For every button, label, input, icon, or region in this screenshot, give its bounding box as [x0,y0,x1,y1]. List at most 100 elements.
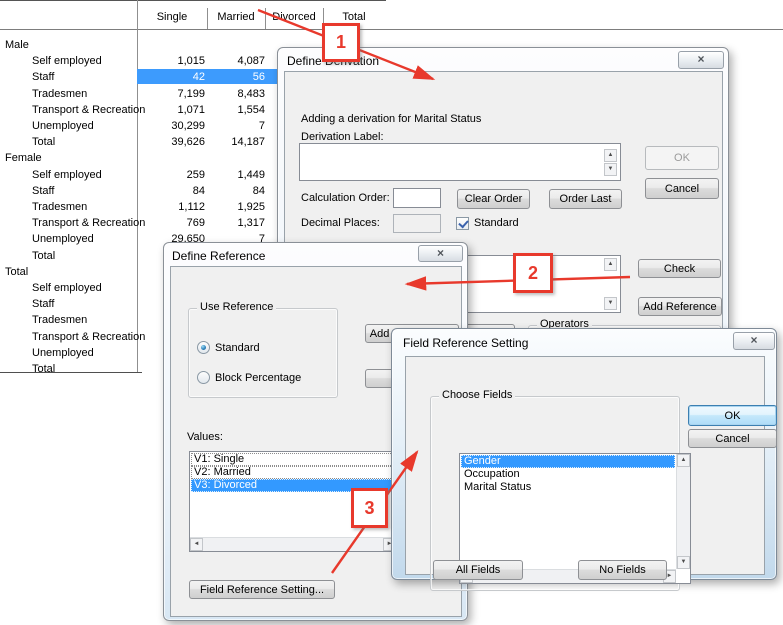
values-list-item[interactable]: V1: Single [191,453,395,466]
table-header-border [0,29,783,30]
dialog-title: Field Reference Setting [403,336,528,350]
all-fields-button[interactable]: All Fields [433,560,523,580]
callout-badge-1: 1 [322,23,360,62]
derivation-label-textarea[interactable]: ▲ ▼ [299,143,621,181]
cell-value: 1,112 [140,201,205,213]
cell-value: 8,483 [210,88,265,100]
row-label: Self employed [32,282,102,294]
row-group-label: Total [5,266,28,278]
scroll-up-icon[interactable]: ▲ [604,149,617,162]
calculation-order-input[interactable] [393,188,441,208]
values-list-item[interactable]: V2: Married [191,466,395,479]
dialog-title: Define Reference [172,249,265,263]
row-label: Tradesmen [32,201,87,213]
cell-value: 1,317 [210,217,265,229]
ok-button[interactable]: OK [688,405,777,426]
derivation-label-caption: Derivation Label: [301,131,384,143]
row-label: Tradesmen [32,314,87,326]
cell-value: 42 [140,71,205,83]
cell-value: 56 [210,71,265,83]
cell-value: 14,187 [210,136,265,148]
row-group-label: Male [5,39,29,51]
cell-value: 1,015 [140,55,205,67]
row-label: Transport & Recreation [32,217,145,229]
dialog-intro-text: Adding a derivation for Marital Status [301,113,481,125]
check-button[interactable]: Check [638,259,721,278]
column-header-total[interactable]: Total [323,11,385,23]
cancel-button[interactable]: Cancel [688,429,777,448]
column-header-divorced[interactable]: Divorced [265,11,323,23]
choose-fields-caption: Choose Fields [439,389,515,401]
block-percentage-radio[interactable] [197,371,210,384]
clear-order-button[interactable]: Clear Order [457,189,530,209]
callout-badge-3: 3 [351,488,388,528]
no-fields-button[interactable]: No Fields [578,560,667,580]
row-label: Self employed [32,55,102,67]
radio-label: Standard [215,342,260,354]
standard-radio[interactable] [197,341,210,354]
application-canvas: SingleMarriedDivorcedTotal MaleSelf empl… [0,0,783,625]
scroll-up-icon[interactable]: ▲ [677,454,690,467]
cell-value: 1,449 [210,169,265,181]
cell-value: 7,199 [140,88,205,100]
cell-value: 39,626 [140,136,205,148]
add-reference-button[interactable]: Add Reference [638,297,722,316]
row-label: Unemployed [32,120,94,132]
use-reference-groupbox: Use Reference StandardBlock Percentage [188,308,338,398]
calculation-order-caption: Calculation Order: [301,192,390,204]
row-label: Total [32,136,55,148]
fields-list-items: GenderOccupationMarital Status [461,455,675,568]
scroll-down-icon[interactable]: ▼ [677,556,690,569]
cell-value: 259 [140,169,205,181]
cell-value: 30,299 [140,120,205,132]
dialog-body: Choose Fields GenderOccupationMarital St… [405,356,765,575]
cell-value: 1,925 [210,201,265,213]
field-reference-setting-button[interactable]: Field Reference Setting... [189,580,335,599]
scroll-left-icon[interactable]: ◄ [190,538,203,551]
ok-button[interactable]: OK [645,146,719,170]
row-label: Total [32,363,55,375]
row-label: Self employed [32,169,102,181]
scroll-down-icon[interactable]: ▼ [604,163,617,176]
cell-value: 4,087 [210,55,265,67]
row-group-label: Female [5,152,42,164]
scroll-down-icon[interactable]: ▼ [604,297,617,310]
close-icon[interactable]: × [733,332,775,350]
standard-checkbox-label: Standard [474,217,519,229]
row-label: Unemployed [32,347,94,359]
use-reference-caption: Use Reference [197,301,276,313]
row-label: Staff [32,185,54,197]
fields-list-item[interactable]: Occupation [461,468,675,481]
decimal-places-input[interactable] [393,214,441,233]
horizontal-scrollbar[interactable]: ◄ ► [190,537,396,551]
row-label: Tradesmen [32,88,87,100]
column-header-single[interactable]: Single [137,11,207,23]
cell-value: 84 [140,185,205,197]
cell-value: 1,071 [140,104,205,116]
row-label: Total [32,250,55,262]
row-label: Transport & Recreation [32,104,145,116]
row-label: Staff [32,298,54,310]
vertical-scrollbar[interactable]: ▲ ▼ [676,454,690,569]
column-header-married[interactable]: Married [207,11,265,23]
cell-value: 7 [210,120,265,132]
decimal-places-caption: Decimal Places: [301,217,380,229]
field-reference-setting-dialog: Field Reference Setting × Choose Fields … [391,328,777,580]
values-caption: Values: [187,431,223,443]
close-icon[interactable]: × [678,51,724,69]
fields-list-item[interactable]: Marital Status [461,481,675,494]
radio-label: Block Percentage [215,372,301,384]
fields-list-item[interactable]: Gender [461,455,675,468]
scroll-up-icon[interactable]: ▲ [604,258,617,271]
cell-value: 1,554 [210,104,265,116]
cancel-button[interactable]: Cancel [645,178,719,199]
close-icon[interactable]: × [418,245,463,262]
row-label: Staff [32,71,54,83]
table-top-border [0,0,386,1]
callout-badge-2: 2 [513,253,553,293]
row-label: Unemployed [32,233,94,245]
cell-value: 769 [140,217,205,229]
order-last-button[interactable]: Order Last [549,189,622,209]
standard-checkbox[interactable] [456,217,469,230]
cell-value: 84 [210,185,265,197]
